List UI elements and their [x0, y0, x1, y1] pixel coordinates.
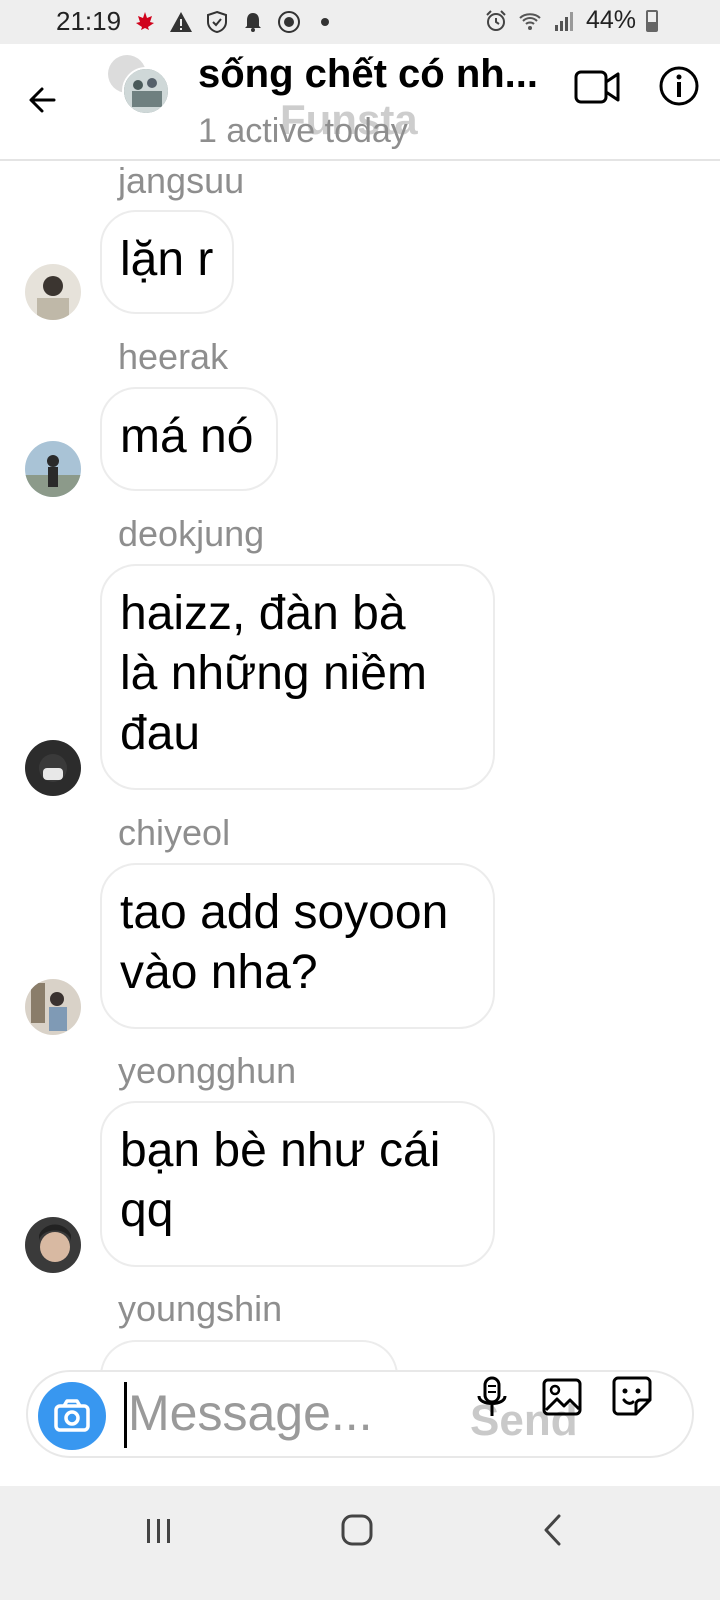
group-photo [122, 67, 170, 115]
message-text: bạn bè như cái [120, 1124, 441, 1177]
message-text: haizz, đàn bà [120, 587, 406, 640]
back-arrow-icon[interactable] [24, 80, 64, 120]
sender-name: youngshin [118, 1288, 283, 1329]
status-time: 21:19 [56, 6, 122, 36]
video-call-icon[interactable] [574, 68, 620, 106]
alarm-icon [486, 9, 506, 31]
text-cursor [124, 1382, 127, 1448]
battery-level-fill [648, 21, 656, 30]
battery-icon [646, 9, 658, 32]
message-text: là những niềm [120, 647, 427, 700]
message-bubble[interactable]: tao add soyoon vào nha? [100, 863, 495, 1029]
back-icon[interactable] [540, 1512, 564, 1548]
message-bubble[interactable] [100, 1340, 398, 1372]
dot-icon [321, 17, 330, 26]
sender-name: yeongghun [118, 1050, 297, 1091]
message-bubble[interactable]: má nó [100, 387, 278, 491]
sender-avatar[interactable] [25, 979, 81, 1035]
status-bar: 21:19 44% [0, 0, 720, 44]
gallery-icon[interactable] [542, 1378, 582, 1416]
recent-apps-icon[interactable] [144, 1516, 174, 1546]
battery-percent: 44% [585, 6, 636, 34]
sender-name: deokjung [118, 513, 265, 554]
sender-name: jangsuu [118, 160, 245, 201]
message-text: vào nha? [120, 946, 318, 999]
message-bubble[interactable]: haizz, đàn bà là những niềm đau [100, 564, 495, 790]
group-avatar[interactable] [108, 55, 170, 115]
microphone-icon[interactable] [474, 1376, 510, 1420]
sticker-icon[interactable] [612, 1376, 652, 1416]
signal-icon [554, 11, 573, 31]
message-input[interactable]: Message... [128, 1384, 373, 1442]
message-text: đau [120, 707, 201, 760]
camera-icon [54, 1399, 90, 1432]
info-icon[interactable] [658, 65, 700, 107]
shield-icon [207, 10, 228, 33]
sender-name: chiyeol [118, 812, 231, 853]
chat-title[interactable]: sống chết có nh... [198, 52, 538, 97]
message-bubble[interactable]: lặn r [100, 210, 234, 314]
sender-avatar[interactable] [25, 740, 81, 796]
message-text: má nó [120, 410, 254, 463]
message-list[interactable]: jangsuu lặn r heerak má nó deokjung haiz… [0, 160, 720, 1372]
wifi-icon [519, 12, 541, 30]
home-icon[interactable] [340, 1513, 374, 1547]
message-bubble[interactable]: bạn bè như cái qq [100, 1101, 495, 1267]
sender-avatar[interactable] [25, 264, 81, 320]
message-text: qq [120, 1184, 174, 1237]
active-status: 1 active today [198, 112, 408, 150]
sender-avatar[interactable] [25, 1217, 81, 1273]
vpn-icon [278, 10, 301, 33]
sender-name: heerak [118, 336, 229, 377]
canada-flag-icon [136, 11, 155, 30]
camera-button[interactable] [38, 1382, 106, 1450]
warning-icon [170, 11, 193, 32]
message-text: lặn r [120, 233, 214, 286]
sender-avatar[interactable] [25, 441, 81, 497]
message-text: tao add soyoon [120, 886, 449, 939]
notification-bell-icon [245, 12, 262, 32]
